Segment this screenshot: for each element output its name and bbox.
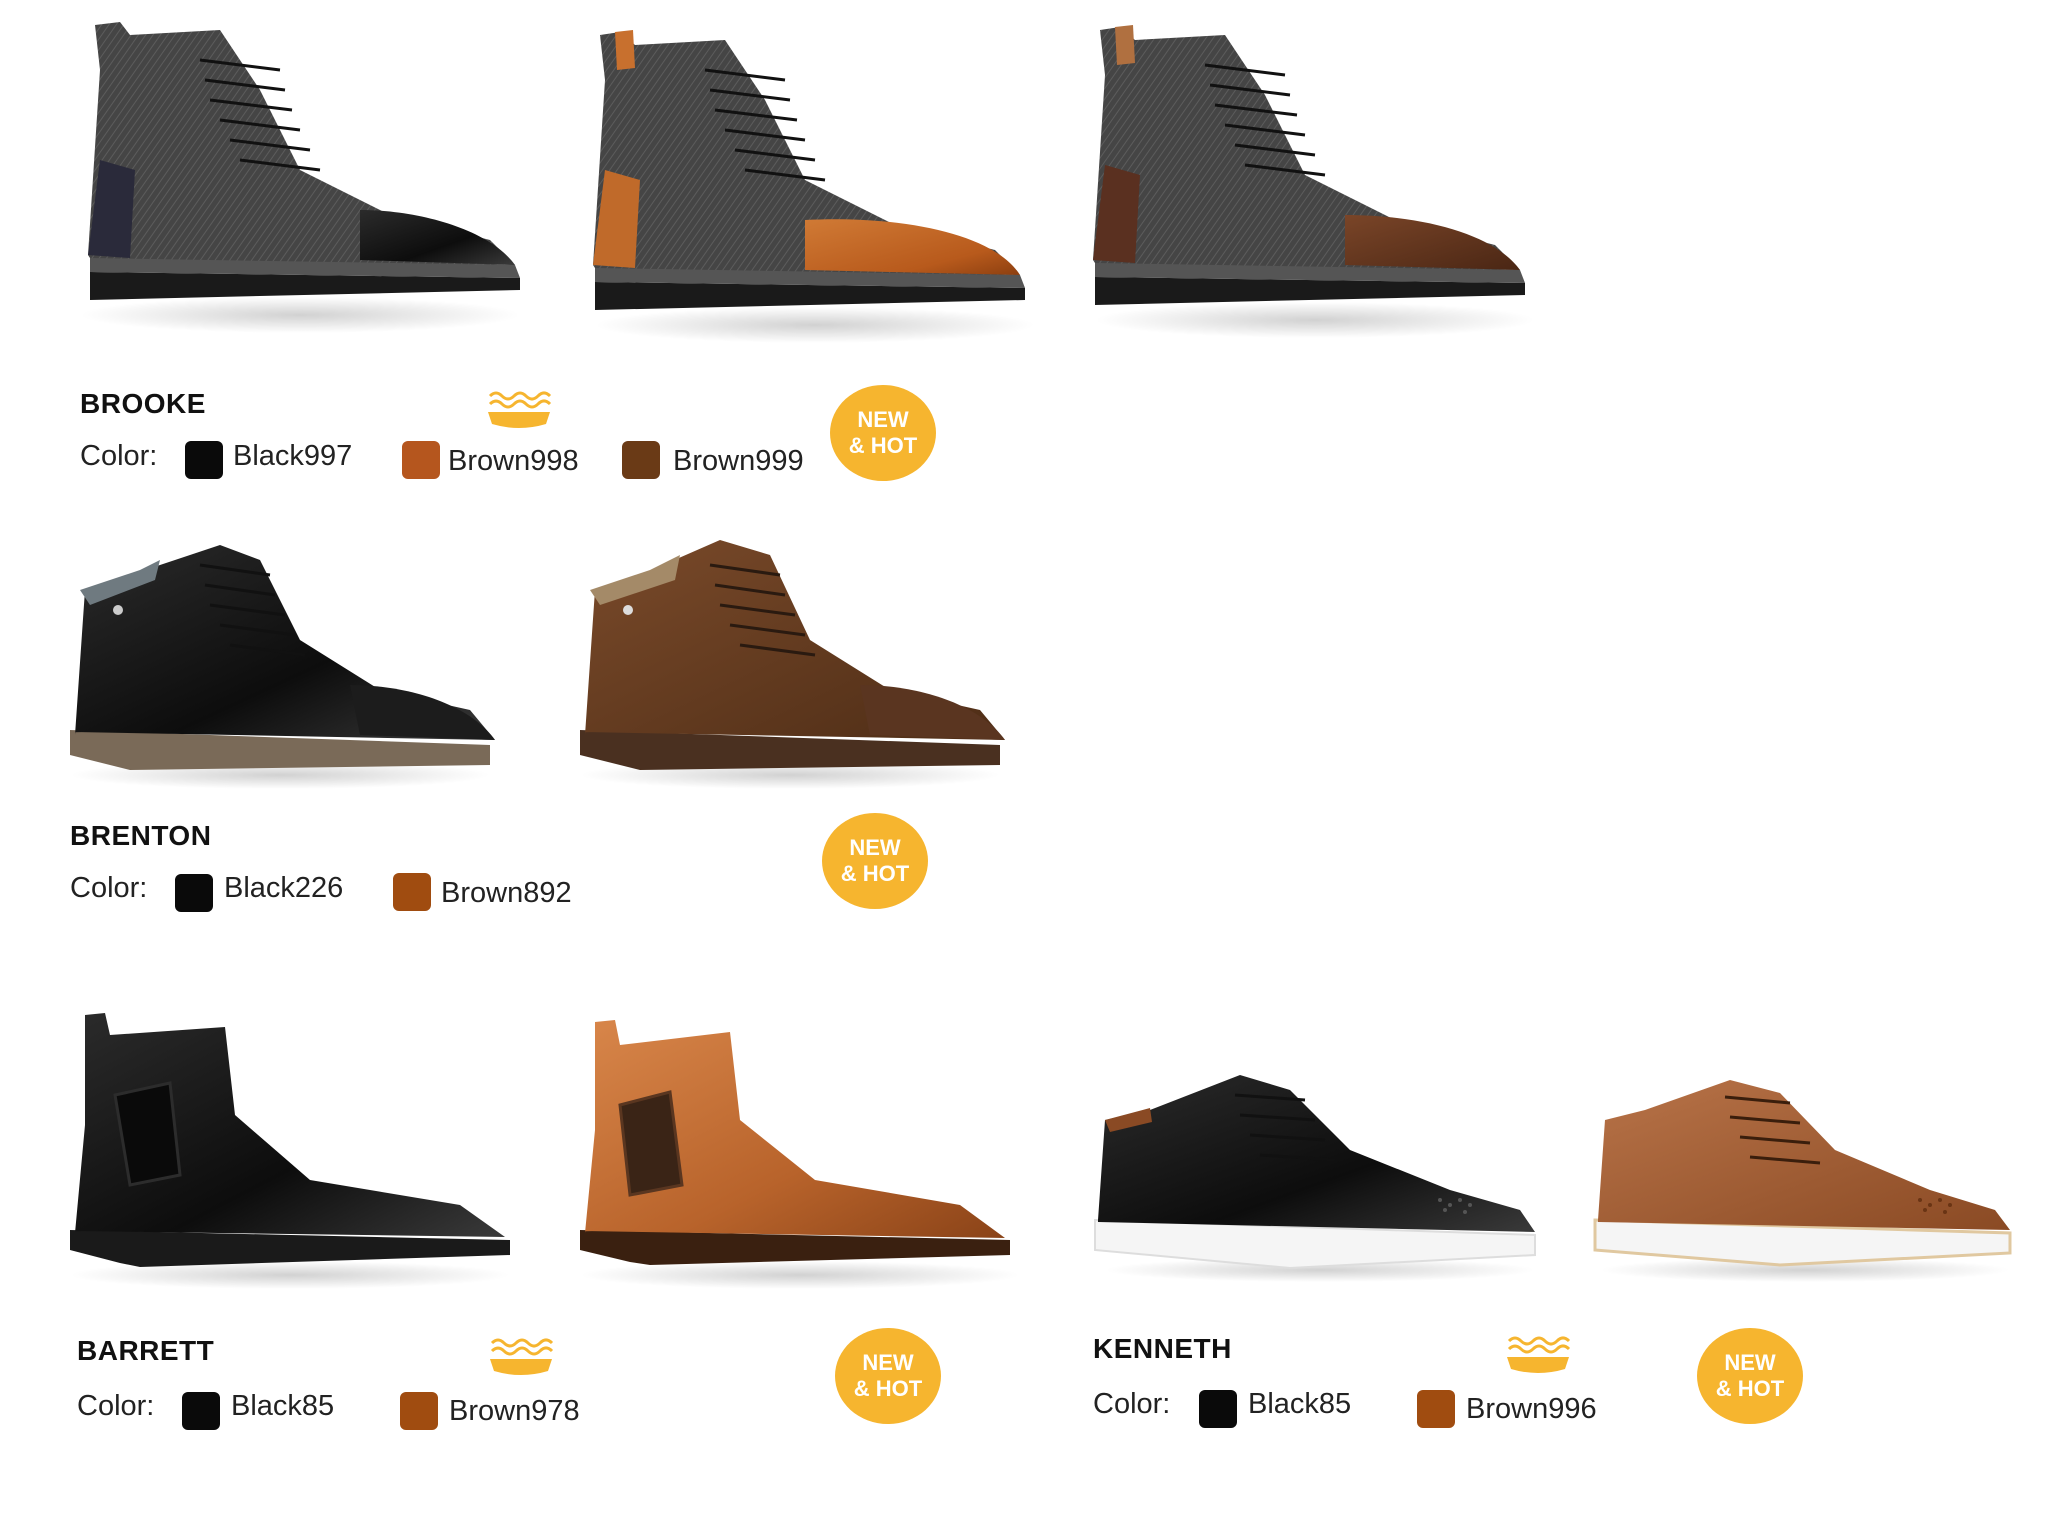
swatch-label: Brown998 — [448, 445, 579, 477]
cushioned-insole-icon — [490, 1338, 554, 1375]
color-label: Color: — [1093, 1388, 1171, 1420]
cushioned-insole-icon — [1507, 1336, 1571, 1373]
badge-line2: & HOT — [840, 861, 910, 886]
swatch-label: Brown996 — [1466, 1393, 1597, 1425]
swatch-black — [182, 1392, 220, 1430]
new-hot-badge: NEW & HOT — [1697, 1328, 1803, 1424]
swatch-black — [175, 874, 213, 912]
brooke-dark-brown-boot-image — [1093, 25, 1535, 338]
swatch-label: Black85 — [231, 1390, 335, 1422]
product-name: BARRETT — [77, 1335, 215, 1366]
barrett-black-chelsea-image — [70, 1013, 510, 1289]
badge-line1: NEW — [1724, 1350, 1776, 1375]
new-hot-badge: NEW & HOT — [830, 385, 936, 481]
product-name: KENNETH — [1093, 1333, 1232, 1364]
new-hot-badge: NEW & HOT — [835, 1328, 941, 1424]
brenton-brown-boot-image — [580, 540, 1005, 789]
new-hot-badge: NEW & HOT — [822, 813, 928, 909]
swatch-label: Black226 — [224, 872, 344, 904]
swatch-dark-brown — [622, 441, 660, 479]
swatch-label: Black997 — [233, 440, 353, 472]
color-label: Color: — [77, 1390, 155, 1422]
swatch-black — [1199, 1390, 1237, 1428]
brooke-black-boot-image — [80, 22, 520, 333]
swatch-label: Black85 — [1248, 1388, 1352, 1420]
cushioned-insole-icon — [488, 391, 552, 428]
swatch-label: Brown978 — [449, 1395, 580, 1427]
swatch-label: Brown892 — [441, 877, 572, 909]
swatch-label: Brown999 — [673, 445, 804, 477]
barrett-brown-chelsea-image — [580, 1020, 1020, 1289]
swatch-brown — [400, 1392, 438, 1430]
swatch-brown — [393, 873, 431, 911]
badge-line2: & HOT — [848, 433, 918, 458]
kenneth-black-oxford-image — [1094, 1075, 1536, 1282]
badge-line1: NEW — [849, 835, 901, 860]
kenneth-brown-oxford-image — [1593, 1080, 2012, 1282]
brenton-black-boot-image — [70, 545, 495, 789]
product-name: BROOKE — [80, 388, 206, 419]
badge-line2: & HOT — [853, 1376, 923, 1401]
brooke-cognac-boot-image — [593, 30, 1035, 343]
badge-line1: NEW — [862, 1350, 914, 1375]
color-label: Color: — [80, 440, 158, 472]
badge-line1: NEW — [857, 407, 909, 432]
swatch-brown — [1417, 1390, 1455, 1428]
badge-line2: & HOT — [1715, 1376, 1785, 1401]
swatch-black — [185, 441, 223, 479]
product-name: BRENTON — [70, 820, 212, 851]
swatch-brown — [402, 441, 440, 479]
color-label: Color: — [70, 872, 148, 904]
